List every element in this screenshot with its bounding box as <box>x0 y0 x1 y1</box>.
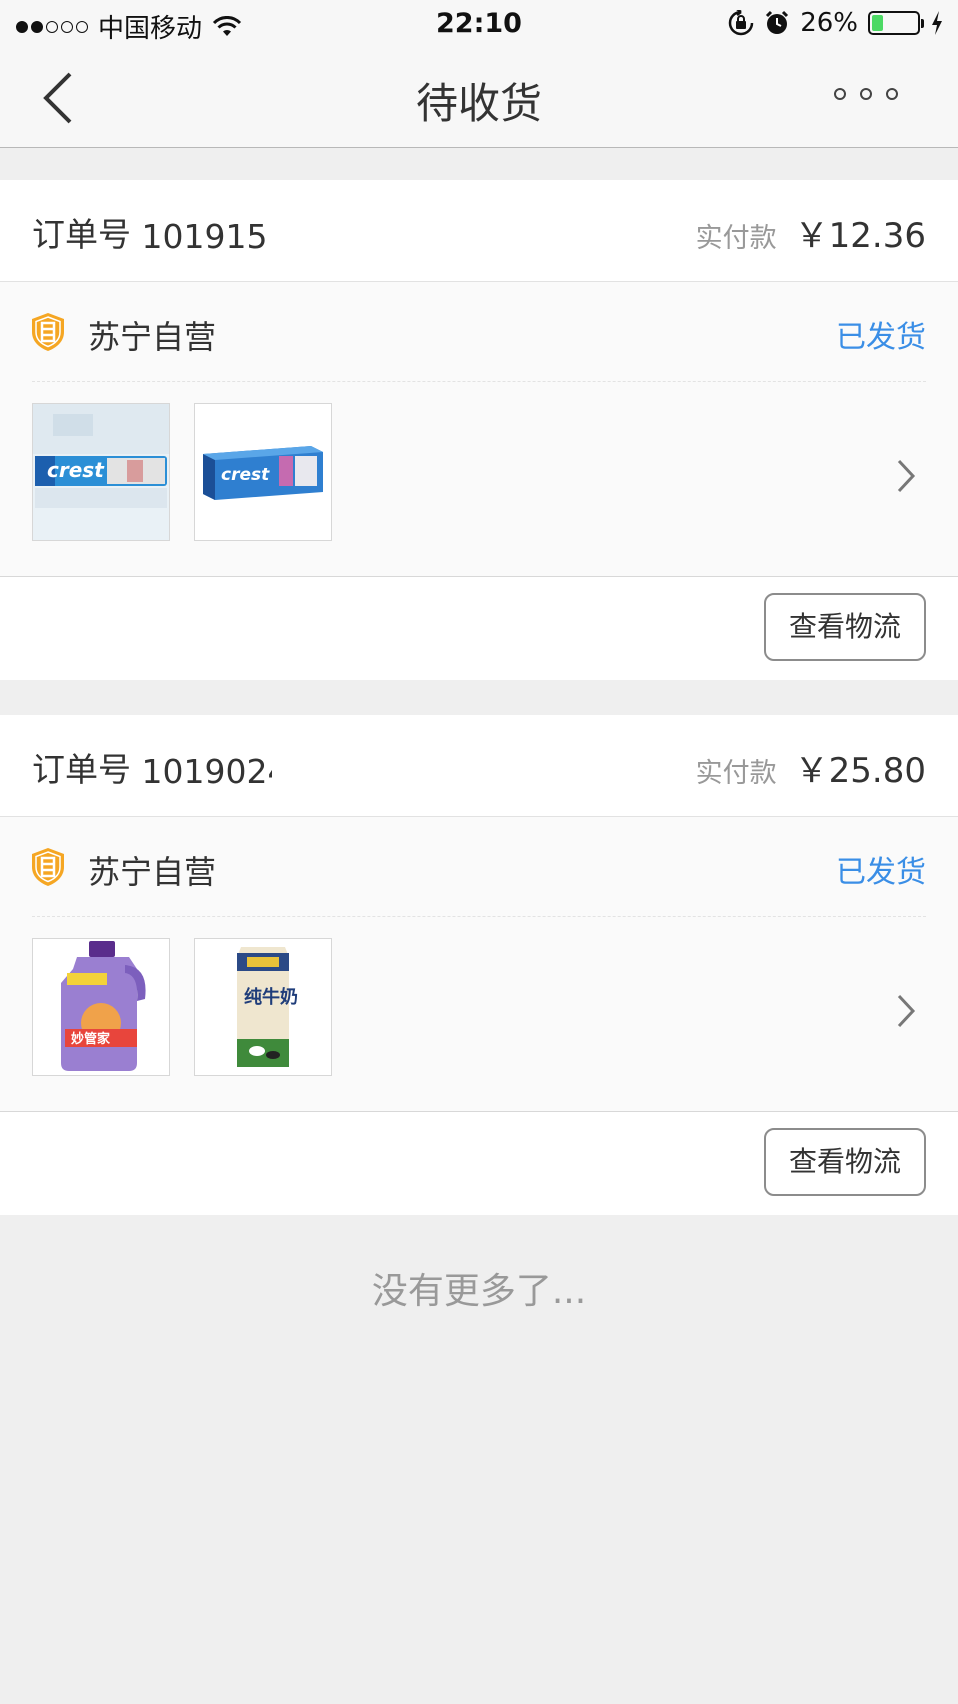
products-row[interactable]: crest crest <box>0 382 958 577</box>
no-more-text: 没有更多了... <box>371 1271 587 1312</box>
battery-percent: 26% <box>800 8 858 38</box>
milk-carton-image[interactable]: 纯牛奶 <box>194 938 332 1076</box>
order-actions: 查看物流 <box>0 577 958 680</box>
store-row[interactable]: 苏宁自营 已发货 <box>0 817 958 917</box>
store-name: 苏宁自营 <box>88 853 217 891</box>
order-header: 订单号 101915 实付款 ￥12.36 <box>0 180 958 282</box>
order-header: 订单号 1019024 实付款 ￥25.80 <box>0 715 958 817</box>
alarm-icon <box>766 10 789 34</box>
pay-label: 实付款 <box>695 758 777 789</box>
status-right: 26% <box>728 8 944 38</box>
shipping-status: 已发货 <box>836 855 926 890</box>
order-actions: 查看物流 <box>0 1112 958 1215</box>
svg-text:crest: crest <box>47 458 105 482</box>
chevron-right-icon[interactable] <box>896 458 916 494</box>
battery-level <box>872 15 884 31</box>
store-name: 苏宁自营 <box>88 318 217 356</box>
chevron-right-icon[interactable] <box>896 993 916 1029</box>
crest-toothpaste-image[interactable]: crest <box>32 403 170 541</box>
order-payment: 实付款 ￥25.80 <box>696 743 926 792</box>
status-bar: 中国移动 22:10 26% <box>0 0 958 48</box>
store-badge-icon <box>32 313 64 351</box>
order-card: 订单号 101915 实付款 ￥12.36 苏宁自营 已发货 crest cre… <box>0 180 958 680</box>
svg-text:妙管家: 妙管家 <box>71 1031 111 1047</box>
laundry-detergent-image[interactable]: 妙管家 <box>32 938 170 1076</box>
order-number-value: 1019024 <box>141 752 272 791</box>
order-number-label: 订单号 <box>32 215 131 254</box>
pay-amount: ￥12.36 <box>794 216 926 256</box>
view-logistics-button[interactable]: 查看物流 <box>764 1128 926 1196</box>
battery-icon <box>868 11 924 35</box>
shipping-status: 已发货 <box>836 320 926 355</box>
products-row[interactable]: 妙管家 纯牛奶 <box>0 917 958 1112</box>
more-dots-icon[interactable] <box>834 88 898 100</box>
page-title: 待收货 <box>415 79 542 128</box>
rotation-lock-icon <box>728 10 754 36</box>
order-number-value: 101915 <box>141 217 268 256</box>
store-row[interactable]: 苏宁自营 已发货 <box>0 282 958 382</box>
nav-bar: 待收货 <box>0 48 958 148</box>
order-card: 订单号 1019024 实付款 ￥25.80 苏宁自营 已发货 <box>0 715 958 1215</box>
pay-amount: ￥25.80 <box>794 751 926 791</box>
view-logistics-button[interactable]: 查看物流 <box>764 593 926 661</box>
crest-toothpaste-box-image[interactable]: crest <box>194 403 332 541</box>
order-payment: 实付款 ￥12.36 <box>696 208 926 257</box>
order-number-label: 订单号 <box>32 750 131 789</box>
svg-text:纯牛奶: 纯牛奶 <box>244 986 298 1008</box>
store-badge-icon <box>32 848 64 886</box>
order-number: 订单号 1019024 <box>32 743 272 791</box>
order-number: 订单号 101915 <box>32 208 282 256</box>
svg-text:crest: crest <box>221 465 270 485</box>
charging-icon <box>932 11 942 35</box>
pay-label: 实付款 <box>695 223 777 254</box>
